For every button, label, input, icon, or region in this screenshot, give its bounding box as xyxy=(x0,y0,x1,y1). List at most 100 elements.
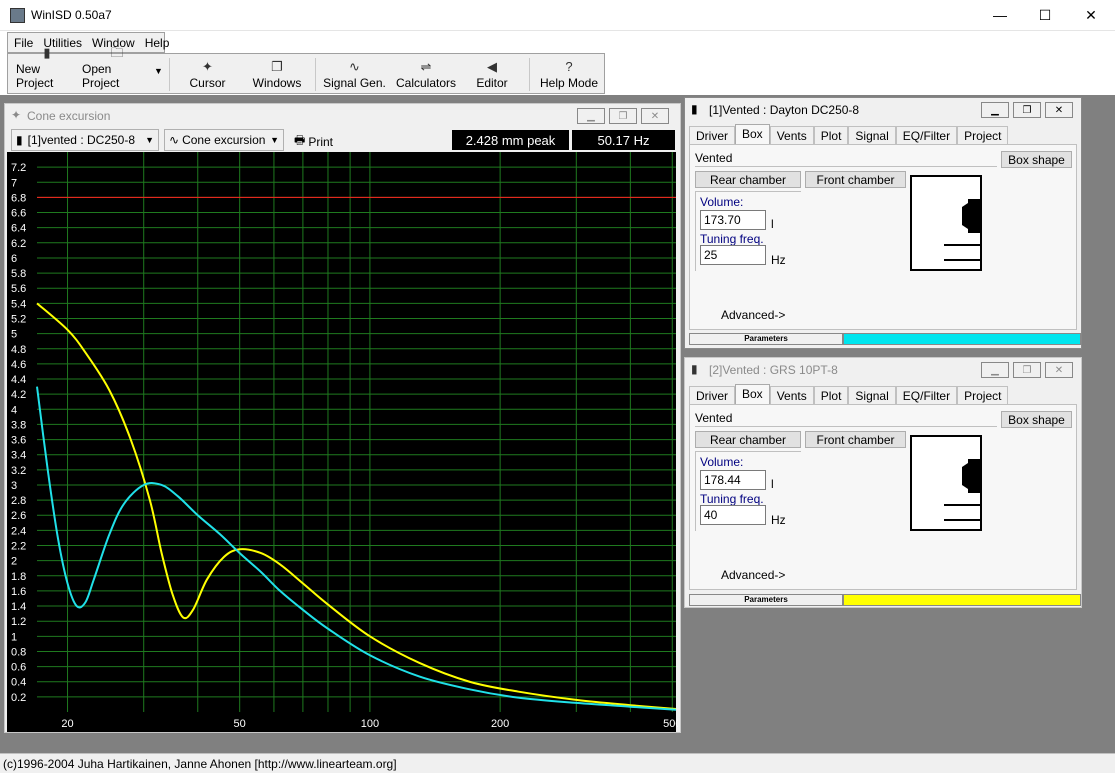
calculators-button[interactable]: ⇌ Calculators xyxy=(391,54,461,94)
cursor-button[interactable]: ✦ Cursor xyxy=(180,54,235,94)
app-title: WinISD 0.50a7 xyxy=(31,8,112,22)
project2-minimize-button[interactable]: ▁ xyxy=(981,362,1009,378)
maximize-button[interactable]: ☐ xyxy=(1022,0,1068,30)
tab-driver[interactable]: Driver xyxy=(689,126,735,144)
toolbar-separator xyxy=(315,58,316,91)
question-icon: ? xyxy=(565,59,573,74)
project2-title: [2]Vented : GRS 10PT-8 xyxy=(709,363,838,377)
y-tick-label: 3.8 xyxy=(11,419,26,431)
help-mode-button[interactable]: ? Help Mode xyxy=(538,54,600,94)
y-tick-label: 6.8 xyxy=(11,192,26,204)
y-tick-label: 2.8 xyxy=(11,495,26,507)
graph-window-title: Cone excursion xyxy=(27,109,111,123)
y-tick-label: 0.4 xyxy=(11,677,26,689)
signal-gen-button[interactable]: ∿ Signal Gen. xyxy=(322,54,387,94)
volume-label: Volume: xyxy=(700,455,744,469)
tuning-input[interactable]: 40 xyxy=(700,505,766,525)
y-tick-label: 5.8 xyxy=(11,268,26,280)
calculators-label: Calculators xyxy=(395,76,457,90)
rear-chamber-group: Volume: 173.70 l Tuning freq. 25 Hz xyxy=(695,191,801,271)
front-chamber-button[interactable]: Front chamber xyxy=(805,171,906,188)
y-tick-label: 1 xyxy=(11,631,17,643)
graph-minimize-button[interactable]: ▁ xyxy=(577,108,605,124)
tab-plot[interactable]: Plot xyxy=(813,386,849,404)
tab-box[interactable]: Box xyxy=(735,384,770,404)
plot-select-value: Cone excursion xyxy=(182,133,266,147)
editor-button[interactable]: ◀ Editor xyxy=(470,54,514,94)
project1-color-bar[interactable] xyxy=(843,333,1081,345)
tab-signal[interactable]: Signal xyxy=(848,126,896,144)
graph-restore-button[interactable]: ❐ xyxy=(609,108,637,124)
open-project-dropdown-icon[interactable]: ▼ xyxy=(154,66,163,76)
y-tick-label: 5.2 xyxy=(11,313,26,325)
tab-driver[interactable]: Driver xyxy=(689,386,735,404)
print-button[interactable]: 🖶 Print xyxy=(294,131,333,152)
folder-icon: 🗀 xyxy=(110,45,124,60)
tab-project[interactable]: Project xyxy=(957,126,1009,144)
project1-close-button[interactable]: ✕ xyxy=(1045,102,1073,118)
editor-label: Editor xyxy=(476,76,508,90)
project2-color-bar[interactable] xyxy=(843,594,1081,606)
tuning-input[interactable]: 25 xyxy=(700,245,766,265)
tab-box[interactable]: Box xyxy=(735,124,770,144)
project1-restore-button[interactable]: ❐ xyxy=(1013,102,1041,118)
parameters-label: Parameters xyxy=(689,594,843,606)
open-project-button[interactable]: 🗀 Open Project xyxy=(82,46,152,94)
volume-input[interactable]: 173.70 xyxy=(700,210,766,230)
rear-chamber-button[interactable]: Rear chamber xyxy=(695,431,801,448)
volume-unit: l xyxy=(771,217,774,231)
tab-vents[interactable]: Vents xyxy=(769,386,814,404)
front-chamber-button[interactable]: Front chamber xyxy=(805,431,906,448)
project2-close-button[interactable]: ✕ xyxy=(1045,362,1073,378)
frequency-readout: 50.17 Hz xyxy=(572,130,675,150)
graph-close-button[interactable]: ✕ xyxy=(641,108,669,124)
tuning-label: Tuning freq. xyxy=(700,492,764,506)
y-tick-label: 1.6 xyxy=(11,586,26,598)
calculator-icon: ⇌ xyxy=(420,59,432,74)
project1-titlebar: ▮ [1]Vented : Dayton DC250-8 ▁ ❐ ✕ xyxy=(685,98,1081,122)
rear-chamber-group: Volume: 178.44 l Tuning freq. 40 Hz xyxy=(695,451,801,531)
menu-file[interactable]: File xyxy=(8,36,37,50)
peak-readout: 2.428 mm peak xyxy=(452,130,569,150)
y-tick-label: 5.6 xyxy=(11,283,26,295)
sine-wave-icon: ∿ xyxy=(169,133,180,147)
cursor-icon: ✦ xyxy=(202,59,213,74)
advanced-button[interactable]: Advanced-> xyxy=(721,308,785,322)
y-tick-label: 6.4 xyxy=(11,223,26,235)
project-select[interactable]: ▮ [1]vented : DC250-8 ▼ xyxy=(11,129,159,151)
printer-icon: 🖶 xyxy=(294,133,306,147)
windows-label: Windows xyxy=(252,76,302,90)
tab-project[interactable]: Project xyxy=(957,386,1009,404)
box-diagram-graphic xyxy=(944,199,980,261)
plot-select[interactable]: ∿ Cone excursion ▼ xyxy=(164,129,284,151)
minimize-button[interactable]: — xyxy=(977,0,1023,30)
y-tick-label: 4 xyxy=(11,404,17,416)
volume-input[interactable]: 178.44 xyxy=(700,470,766,490)
menu-help[interactable]: Help xyxy=(139,36,174,50)
tab-signal[interactable]: Signal xyxy=(848,386,896,404)
graph-toolbar: ▮ [1]vented : DC250-8 ▼ ∿ Cone excursion… xyxy=(11,129,675,152)
y-tick-label: 6.6 xyxy=(11,208,26,220)
close-button[interactable]: ✕ xyxy=(1068,0,1114,30)
box-shape-button[interactable]: Box shape xyxy=(1001,151,1072,168)
rear-chamber-button[interactable]: Rear chamber xyxy=(695,171,801,188)
tab-plot[interactable]: Plot xyxy=(813,126,849,144)
box-shape-button[interactable]: Box shape xyxy=(1001,411,1072,428)
windows-button[interactable]: ❐ Windows xyxy=(248,54,306,94)
y-tick-label: 1.4 xyxy=(11,601,26,613)
cone-excursion-chart[interactable]: 0.2 0.4 0.6 0.8 1 1.2 1.4 1.6 1.8 2 2.2 2.4 2.6 2.8 3 3… xyxy=(7,152,678,732)
y-tick-label: 0.6 xyxy=(11,662,26,674)
y-tick-label: 7.2 xyxy=(11,162,26,174)
project2-restore-button[interactable]: ❐ xyxy=(1013,362,1041,378)
tab-vents[interactable]: Vents xyxy=(769,126,814,144)
tab-eqfilter[interactable]: EQ/Filter xyxy=(895,126,958,144)
advanced-button[interactable]: Advanced-> xyxy=(721,568,785,582)
y-tick-label: 0.8 xyxy=(11,646,26,658)
x-tick-label: 50 xyxy=(234,718,246,730)
new-project-button[interactable]: ▮ New Project xyxy=(16,46,78,94)
box-diagram xyxy=(910,175,982,271)
project1-minimize-button[interactable]: ▁ xyxy=(981,102,1009,118)
help-mode-label: Help Mode xyxy=(539,76,599,90)
tab-eqfilter[interactable]: EQ/Filter xyxy=(895,386,958,404)
y-tick-label: 6 xyxy=(11,253,17,265)
